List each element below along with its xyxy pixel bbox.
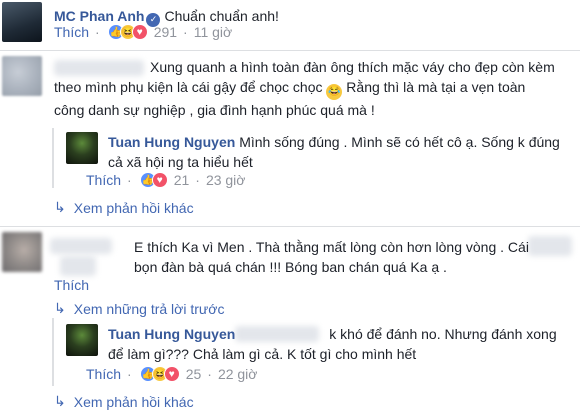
avatar[interactable] (2, 232, 42, 272)
divider (0, 226, 580, 227)
avatar[interactable] (66, 132, 98, 164)
more-replies-label[interactable]: Xem phản hồi khác (74, 394, 194, 410)
more-replies-link[interactable]: ↳ Xem phản hồi khác (54, 393, 194, 410)
comment-text-line: Tuan Hung Nguyen k khó để đánh no. Nhưng … (108, 324, 578, 344)
like-button[interactable]: Thích (86, 172, 121, 188)
comment-actions: Thích (54, 277, 89, 293)
reactions[interactable]: 👍 ♥ (139, 172, 168, 188)
comment-text-line: Xung quanh a hình toàn đàn ông thích mặc… (150, 59, 555, 75)
reply-arrow-icon: ↳ (54, 199, 66, 215)
comment-text-line: cả xã hội ng ta hiểu hết (108, 154, 253, 170)
previous-replies-label[interactable]: Xem những trả lời trước (74, 301, 225, 317)
comment-text: Chuẩn chuẩn anh! (164, 8, 279, 24)
separator: · (127, 366, 132, 382)
avatar[interactable] (2, 56, 42, 96)
divider (0, 50, 580, 51)
thread-line (52, 128, 54, 188)
previous-replies-link[interactable]: ↳ Xem những trả lời trước (54, 300, 224, 317)
love-reaction-icon: ♥ (131, 24, 148, 40)
more-replies-label[interactable]: Xem phản hồi khác (74, 200, 194, 216)
separator: · (207, 366, 212, 382)
comment-2: Xung quanh a hình toàn đàn ông thích mặc… (54, 57, 574, 120)
like-button[interactable]: Thích (86, 366, 121, 382)
comment-text-line: theo mình phụ kiện là cái gậy để chọc ch… (54, 77, 574, 100)
blurred-author-name (50, 238, 112, 254)
separator: · (195, 172, 200, 188)
love-reaction-icon: ♥ (151, 172, 168, 188)
reaction-count[interactable]: 25 (186, 366, 202, 382)
reaction-count[interactable]: 21 (174, 172, 190, 188)
author-name[interactable]: MC Phan Anh (54, 8, 144, 24)
avatar[interactable] (2, 2, 42, 42)
reactions[interactable]: 👍 😆 ♥ (107, 24, 148, 40)
timestamp[interactable]: 11 giờ (194, 24, 233, 40)
comment-text-line: công danh sự nghiệp , gia đình hạnh phúc… (54, 102, 375, 118)
author-name[interactable]: Tuan Hung Nguyen (108, 326, 235, 342)
comment-text: theo mình phụ kiện là cái gậy để chọc ch… (54, 79, 323, 95)
avatar[interactable] (66, 324, 98, 356)
comment-actions: Thích · 👍 😆 ♥ 25 · 22 giờ (86, 366, 257, 382)
comment-text: Rằng thì là mà tại a vẹn toàn (346, 79, 526, 95)
reaction-count[interactable]: 291 (154, 24, 177, 40)
comment-actions: Thích · 👍 😆 ♥ 291 · 11 giờ (54, 24, 232, 40)
like-button[interactable]: Thích (54, 24, 89, 40)
comment-3: E thích Ka vì Men . Thà thằng mất lòng c… (134, 237, 574, 277)
like-button[interactable]: Thích (54, 277, 89, 293)
reply-arrow-icon: ↳ (54, 393, 66, 409)
timestamp[interactable]: 22 giờ (218, 366, 258, 382)
comment-text: k khó để đánh no. Nhưng đánh xong (329, 326, 557, 342)
timestamp[interactable]: 23 giờ (206, 172, 246, 188)
reply: Tuan Hung Nguyen Mình sống đúng . Mình s… (108, 132, 578, 172)
separator: · (95, 24, 100, 40)
thread-line (52, 318, 54, 386)
comment-text-line: Tuan Hung Nguyen Mình sống đúng . Mình s… (108, 132, 578, 152)
separator: · (183, 24, 188, 40)
separator: · (127, 172, 132, 188)
comment-text: Mình sống đúng . Mình sẽ có hết cô ạ. Số… (239, 134, 560, 150)
reply: Tuan Hung Nguyen k khó để đánh no. Nhưng … (108, 324, 578, 364)
blurred-media (60, 256, 96, 276)
author-name[interactable]: Tuan Hung Nguyen (108, 134, 235, 150)
love-reaction-icon: ♥ (163, 366, 180, 382)
laughing-emoji-icon: 😂 (326, 84, 343, 100)
reactions[interactable]: 👍 😆 ♥ (139, 366, 180, 382)
comment-text-line: bọn đàn bà quá chán !!! Bóng ban chán qu… (134, 259, 447, 275)
comment-text-line: để làm gì??? Chả làm gì cả. K tốt gì cho… (108, 346, 417, 362)
comment-actions: Thích · 👍 ♥ 21 · 23 giờ (86, 172, 245, 188)
more-replies-link[interactable]: ↳ Xem phản hồi khác (54, 199, 194, 216)
comment-text-line: E thích Ka vì Men . Thà thằng mất lòng c… (134, 239, 529, 255)
reply-arrow-icon: ↳ (54, 300, 66, 316)
